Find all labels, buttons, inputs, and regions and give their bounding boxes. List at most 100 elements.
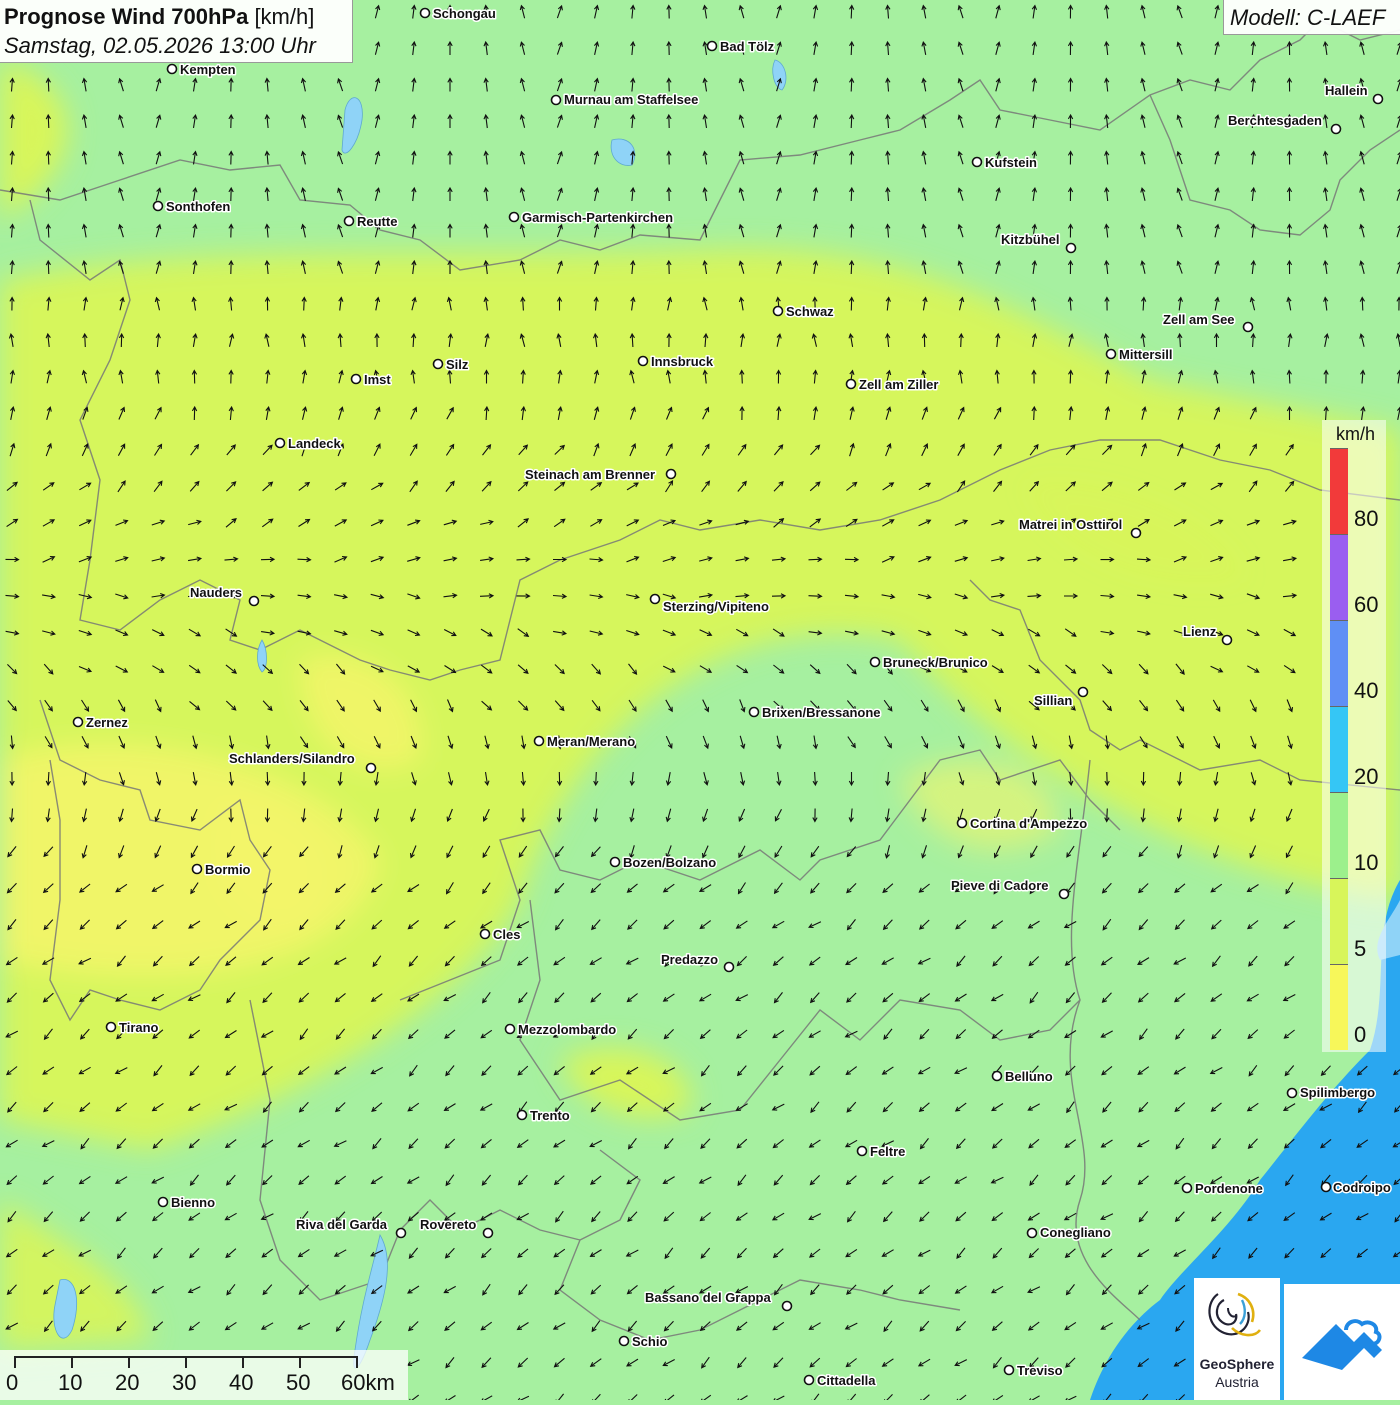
city-murnau: Murnau am Staffelsee — [552, 92, 699, 107]
legend-tick-60: 60 — [1354, 592, 1378, 618]
svg-text:Bormio: Bormio — [205, 862, 251, 877]
svg-text:Matrei in Osttirol: Matrei in Osttirol — [1019, 517, 1122, 532]
scale-label: 0 — [6, 1370, 18, 1396]
svg-text:Rovereto: Rovereto — [420, 1217, 476, 1232]
geosphere-logo[interactable]: GeoSphere Austria — [1194, 1278, 1280, 1400]
svg-text:Sillian: Sillian — [1034, 693, 1072, 708]
svg-text:Bassano del Grappa: Bassano del Grappa — [645, 1290, 771, 1305]
mountain-cloud-icon — [1284, 1284, 1400, 1400]
scale-tick — [299, 1356, 301, 1368]
svg-text:Landeck: Landeck — [288, 436, 342, 451]
legend-tick-10: 10 — [1354, 850, 1378, 876]
svg-text:Pordenone: Pordenone — [1195, 1181, 1263, 1196]
legend-tick-5: 5 — [1354, 936, 1366, 962]
svg-text:Zell am Ziller: Zell am Ziller — [859, 377, 938, 392]
svg-text:Spilimbergo: Spilimbergo — [1300, 1085, 1375, 1100]
scale-tick — [71, 1356, 73, 1368]
legend-segment-5 — [1330, 878, 1348, 964]
city-sonthofen: Sonthofen — [154, 199, 231, 214]
svg-text:Bienno: Bienno — [171, 1195, 215, 1210]
legend-segment-60 — [1330, 534, 1348, 620]
map-title: Prognose Wind 700hPa [km/h] — [4, 4, 314, 30]
svg-text:Cortina d'Ampezzo: Cortina d'Ampezzo — [970, 816, 1087, 831]
svg-text:Cittadella: Cittadella — [817, 1373, 876, 1388]
scale-tick — [356, 1356, 358, 1368]
svg-text:Belluno: Belluno — [1005, 1069, 1053, 1084]
legend-segment-20 — [1330, 706, 1348, 792]
svg-text:Murnau am Staffelsee: Murnau am Staffelsee — [564, 92, 698, 107]
scale-label: 10 — [58, 1370, 82, 1396]
model-panel: Modell: C-LAEF — [1223, 0, 1400, 35]
svg-text:Schio: Schio — [632, 1334, 667, 1349]
legend-tick-40: 40 — [1354, 678, 1378, 704]
app-logo[interactable] — [1284, 1284, 1400, 1400]
city-pordenone: Pordenone — [1183, 1181, 1263, 1196]
svg-text:Sterzing/Vipiteno: Sterzing/Vipiteno — [663, 599, 769, 614]
scale-tick — [185, 1356, 187, 1368]
city-spilimbergo: Spilimbergo — [1288, 1085, 1376, 1100]
svg-text:Kempten: Kempten — [180, 62, 236, 77]
legend-bar — [1330, 448, 1348, 1050]
city-garmisch: Garmisch-Partenkirchen — [510, 210, 674, 225]
color-legend: km/h 80 60 40 20 10 5 0 — [1322, 420, 1386, 1052]
svg-text:Steinach am Brenner: Steinach am Brenner — [525, 467, 655, 482]
svg-text:Lienz: Lienz — [1183, 624, 1217, 639]
svg-text:Codroipo: Codroipo — [1333, 1180, 1391, 1195]
geosphere-mark-icon — [1194, 1278, 1280, 1352]
scale-tick — [14, 1356, 16, 1368]
legend-segment-10 — [1330, 792, 1348, 878]
city-bozen: Bozen/Bolzano — [611, 855, 717, 870]
city-bruneck: Bruneck/Brunico — [871, 655, 988, 670]
city-conegliano: Conegliano — [1028, 1225, 1111, 1240]
scale-tick — [242, 1356, 244, 1368]
svg-text:Nauders: Nauders — [190, 585, 242, 600]
svg-text:Meran/Merano: Meran/Merano — [547, 734, 635, 749]
svg-text:Berchtesgaden: Berchtesgaden — [1228, 113, 1322, 128]
svg-text:Sonthofen: Sonthofen — [166, 199, 230, 214]
svg-text:Kitzbühel: Kitzbühel — [1001, 232, 1060, 247]
svg-text:Reutte: Reutte — [357, 214, 397, 229]
scale-label: 30 — [172, 1370, 196, 1396]
svg-text:Silz: Silz — [446, 357, 469, 372]
svg-text:Bruneck/Brunico: Bruneck/Brunico — [883, 655, 988, 670]
scale-label: 60km — [341, 1370, 395, 1396]
svg-text:Brixen/Bressanone: Brixen/Bressanone — [762, 705, 881, 720]
svg-text:Cles: Cles — [493, 927, 520, 942]
legend-tick-80: 80 — [1354, 506, 1378, 532]
svg-text:Bozen/Bolzano: Bozen/Bolzano — [623, 855, 716, 870]
svg-text:Feltre: Feltre — [870, 1144, 905, 1159]
svg-text:Zernez: Zernez — [86, 715, 128, 730]
svg-text:Tirano: Tirano — [119, 1020, 159, 1035]
city-zell-am-ziller: Zell am Ziller — [847, 377, 939, 392]
scale-bar: 0 10 20 30 40 50 60km — [0, 1350, 408, 1400]
geosphere-country: Austria — [1194, 1374, 1280, 1390]
svg-text:Pieve di Cadore: Pieve di Cadore — [951, 878, 1049, 893]
svg-text:Innsbruck: Innsbruck — [651, 354, 714, 369]
city-mezzolombardo: Mezzolombardo — [506, 1022, 617, 1037]
svg-text:Trento: Trento — [530, 1108, 570, 1123]
wind-map[interactable]: Schongau Bad Tölz Kempten Murnau am Staf… — [0, 0, 1400, 1400]
city-brixen: Brixen/Bressanone — [750, 705, 881, 720]
svg-text:Imst: Imst — [364, 372, 391, 387]
svg-text:Hallein: Hallein — [1325, 83, 1368, 98]
svg-text:Garmisch-Partenkirchen: Garmisch-Partenkirchen — [522, 210, 673, 225]
svg-text:Predazzo: Predazzo — [661, 952, 718, 967]
legend-segment-40 — [1330, 620, 1348, 706]
svg-text:Mittersill: Mittersill — [1119, 347, 1172, 362]
legend-segment-0 — [1330, 964, 1348, 1050]
scale-label: 20 — [115, 1370, 139, 1396]
legend-tick-20: 20 — [1354, 764, 1378, 790]
svg-text:Kufstein: Kufstein — [985, 155, 1037, 170]
svg-text:Conegliano: Conegliano — [1040, 1225, 1111, 1240]
svg-text:Schwaz: Schwaz — [786, 304, 834, 319]
geosphere-name: GeoSphere — [1194, 1356, 1280, 1372]
scale-tick — [128, 1356, 130, 1368]
city-meran: Meran/Merano — [535, 734, 636, 749]
legend-unit: km/h — [1336, 424, 1375, 445]
forecast-datetime: Samstag, 02.05.2026 13:00 Uhr — [4, 33, 316, 59]
svg-text:Treviso: Treviso — [1017, 1363, 1063, 1378]
svg-text:Schongau: Schongau — [433, 6, 496, 21]
city-steinach: Steinach am Brenner — [525, 467, 676, 482]
scale-label: 40 — [229, 1370, 253, 1396]
svg-text:Schlanders/Silandro: Schlanders/Silandro — [229, 751, 355, 766]
